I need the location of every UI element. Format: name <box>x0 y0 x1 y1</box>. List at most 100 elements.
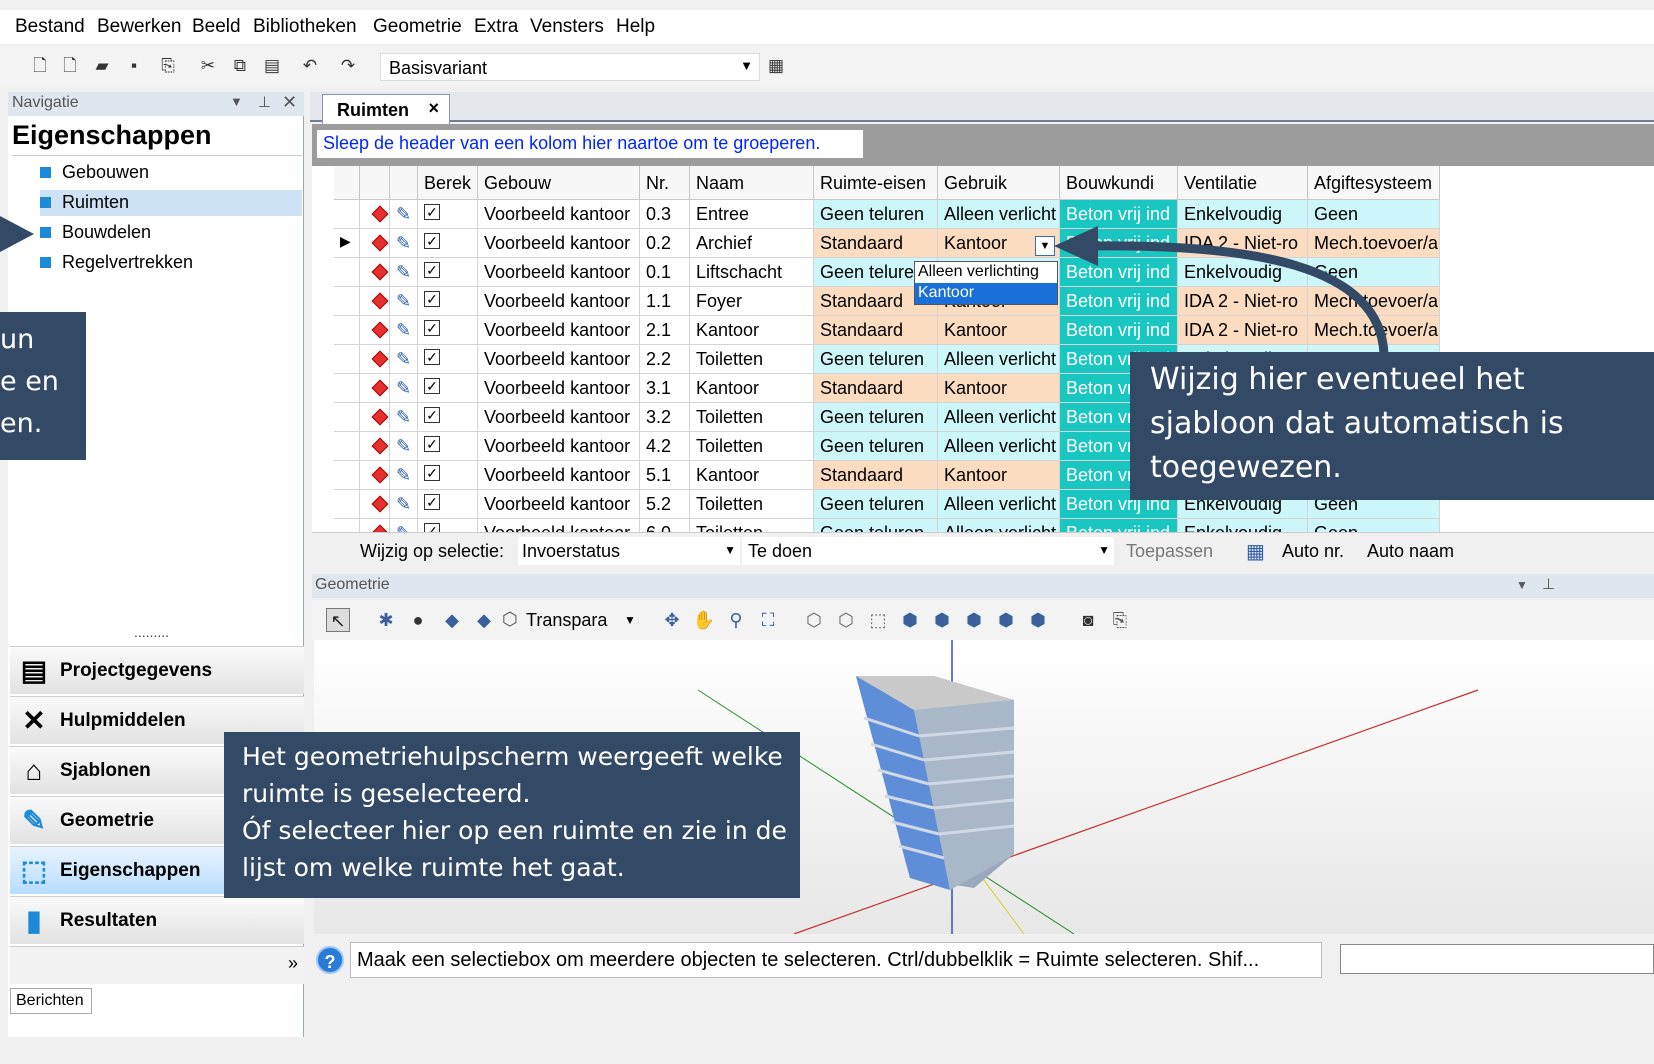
calculator-icon[interactable]: ▦ <box>766 56 786 76</box>
column-header[interactable] <box>390 166 418 200</box>
checkbox-icon[interactable]: ✓ <box>424 407 440 423</box>
checkbox-icon[interactable]: ✓ <box>424 262 440 278</box>
row-ind[interactable] <box>334 287 360 316</box>
solid-view-icon[interactable]: ◆ <box>440 608 464 632</box>
cell-berek[interactable]: ✓ <box>418 432 478 461</box>
cell-berek[interactable]: ✓ <box>418 258 478 287</box>
cell-nr[interactable]: 5.2 <box>640 490 690 519</box>
column-header-bouwkundi[interactable]: Bouwkundi <box>1060 166 1178 200</box>
cell-berek[interactable]: ✓ <box>418 287 478 316</box>
chevron-down-icon[interactable]: ▼ <box>1516 578 1528 592</box>
menu-extra[interactable]: Extra <box>474 16 518 38</box>
row-ind[interactable] <box>334 258 360 287</box>
row-ind[interactable] <box>334 316 360 345</box>
cell-naam[interactable]: Entree <box>690 200 814 229</box>
cell-gebouw[interactable]: Voorbeeld kantoor <box>478 403 640 432</box>
cell-eisen[interactable]: Standaard <box>814 374 938 403</box>
row-ind[interactable] <box>334 374 360 403</box>
row-pen[interactable]: ✎ <box>390 316 418 345</box>
cell-eisen[interactable]: Geen teluren <box>814 200 938 229</box>
row-pen[interactable]: ✎ <box>390 229 418 258</box>
cell-naam[interactable]: Toiletten <box>690 432 814 461</box>
cell-gebouw[interactable]: Voorbeeld kantoor <box>478 200 640 229</box>
dropdown-option-selected[interactable]: Kantoor <box>915 283 1057 304</box>
checkbox-icon[interactable]: ✓ <box>424 436 440 452</box>
pan-hand-icon[interactable]: ✋ <box>692 608 716 632</box>
view-back-icon[interactable]: ⬡ <box>834 608 858 632</box>
cell-gebruik[interactable]: Alleen verlicht <box>938 403 1060 432</box>
row-diam[interactable] <box>360 258 390 287</box>
selection-field-select[interactable]: Invoerstatus ▼ <box>518 537 740 565</box>
column-header[interactable] <box>360 166 390 200</box>
cell-berek[interactable]: ✓ <box>418 229 478 258</box>
cell-vent[interactable]: Enkelvoudig <box>1178 519 1308 532</box>
column-header-ruimte-eisen[interactable]: Ruimte-eisen <box>814 166 938 200</box>
nav-button-projectgegevens[interactable]: ▤ Projectgegevens <box>10 646 304 694</box>
cell-gebruik[interactable]: Alleen verlicht <box>938 432 1060 461</box>
checkbox-icon[interactable]: ✓ <box>424 349 440 365</box>
row-pen[interactable]: ✎ <box>390 490 418 519</box>
selection-value-select[interactable]: Te doen ▼ <box>742 537 1114 565</box>
row-pen[interactable]: ✎ <box>390 345 418 374</box>
copy-icon[interactable]: ⧉ <box>230 56 250 76</box>
chevron-down-icon[interactable]: ▼ <box>230 94 243 109</box>
auto-name-button[interactable]: Auto naam <box>1367 541 1454 562</box>
cell-eisen[interactable]: Geen teluren <box>814 490 938 519</box>
camera-icon[interactable]: ◙ <box>1076 608 1100 632</box>
row-pen[interactable]: ✎ <box>390 403 418 432</box>
pin-icon[interactable]: ⊥ <box>258 93 271 111</box>
menu-bestand[interactable]: Bestand <box>15 16 85 38</box>
save-icon[interactable]: ▪ <box>124 56 144 76</box>
cell-gebruik[interactable]: Alleen verlicht <box>938 345 1060 374</box>
cell-bouw[interactable]: Beton vrij ind <box>1060 519 1178 532</box>
column-header-gebouw[interactable]: Gebouw <box>478 166 640 200</box>
cell-gebouw[interactable]: Voorbeeld kantoor <box>478 229 640 258</box>
cell-berek[interactable]: ✓ <box>418 403 478 432</box>
row-ind[interactable]: ▶ <box>334 229 360 258</box>
new-file-icon[interactable]: 🗋 <box>30 56 50 76</box>
row-diam[interactable] <box>360 229 390 258</box>
apply-button[interactable]: Toepassen <box>1126 541 1213 562</box>
row-ind[interactable] <box>334 490 360 519</box>
menu-geometrie[interactable]: Geometrie <box>373 16 462 38</box>
sidebar-item-bouwdelen[interactable]: Bouwdelen <box>40 220 302 246</box>
pin-icon[interactable]: ⊥ <box>1542 575 1555 593</box>
cell-afg[interactable]: Geen <box>1308 519 1440 532</box>
cell-gebouw[interactable]: Voorbeeld kantoor <box>478 461 640 490</box>
row-diam[interactable] <box>360 490 390 519</box>
row-diam[interactable] <box>360 374 390 403</box>
menu-bibliotheken[interactable]: Bibliotheken <box>253 16 357 38</box>
cell-naam[interactable]: Liftschacht <box>690 258 814 287</box>
cell-berek[interactable]: ✓ <box>418 519 478 532</box>
view-front-icon[interactable]: ⬡ <box>802 608 826 632</box>
view-right-icon[interactable]: ⬢ <box>930 608 954 632</box>
view-iso-icon[interactable]: ⬢ <box>962 608 986 632</box>
close-icon[interactable]: ✕ <box>282 92 297 113</box>
view-iso3-icon[interactable]: ⬢ <box>1026 608 1050 632</box>
row-pen[interactable]: ✎ <box>390 200 418 229</box>
row-pen[interactable]: ✎ <box>390 287 418 316</box>
row-pen[interactable]: ✎ <box>390 432 418 461</box>
menu-vensters[interactable]: Vensters <box>530 16 604 38</box>
export-view-icon[interactable]: ⎘ <box>1108 608 1132 632</box>
cell-nr[interactable]: 3.2 <box>640 403 690 432</box>
auto-nr-button[interactable]: Auto nr. <box>1282 541 1344 562</box>
cell-eisen[interactable]: Geen teluren <box>814 345 938 374</box>
menu-beeld[interactable]: Beeld <box>192 16 241 38</box>
cell-nr[interactable]: 0.2 <box>640 229 690 258</box>
sidebar-item-gebouwen[interactable]: Gebouwen <box>40 160 302 186</box>
row-pen[interactable]: ✎ <box>390 519 418 532</box>
row-pen[interactable]: ✎ <box>390 461 418 490</box>
cell-nr[interactable]: 1.1 <box>640 287 690 316</box>
cell-eisen[interactable]: Geen teluren <box>814 432 938 461</box>
close-icon[interactable]: × <box>428 98 439 119</box>
nav-button-resultaten[interactable]: ▮ Resultaten <box>10 896 304 944</box>
row-diam[interactable] <box>360 519 390 532</box>
new-from-template-icon[interactable]: 🗋 <box>60 56 80 76</box>
cell-naam[interactable]: Toiletten <box>690 403 814 432</box>
column-header-naam[interactable]: Naam <box>690 166 814 200</box>
cell-nr[interactable]: 0.1 <box>640 258 690 287</box>
row-diam[interactable] <box>360 432 390 461</box>
cell-berek[interactable]: ✓ <box>418 345 478 374</box>
menu-help[interactable]: Help <box>616 16 655 38</box>
